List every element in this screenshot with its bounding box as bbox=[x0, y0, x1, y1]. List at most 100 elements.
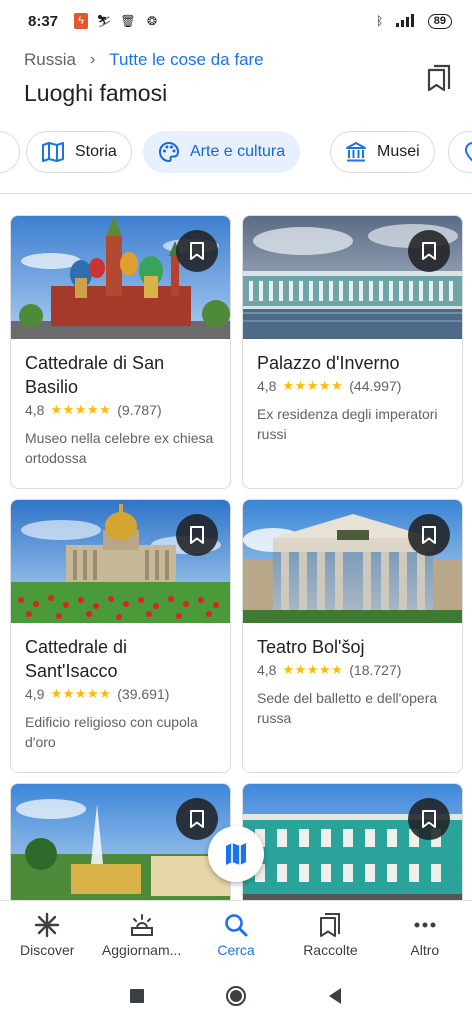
place-image[interactable] bbox=[11, 216, 230, 339]
nav-aggiornamenti[interactable]: Aggiornam... bbox=[94, 901, 188, 968]
review-count: (44.997) bbox=[349, 378, 402, 394]
review-count: (39.691) bbox=[117, 686, 170, 702]
review-count: (18.727) bbox=[349, 662, 402, 678]
place-rating: 4,8 ★★★★★ (9.787) bbox=[25, 402, 216, 418]
chip-storia[interactable]: Storia bbox=[26, 131, 132, 173]
rating-value: 4,9 bbox=[25, 686, 45, 702]
nav-label: Discover bbox=[19, 941, 75, 958]
status-left: 8:37 ϟ ⛷ 🗑 ❂ bbox=[28, 13, 160, 30]
bottom-navigation: Discover Aggiornam... Cerca Raccolte Alt… bbox=[0, 900, 472, 968]
chip-partial-left[interactable] bbox=[0, 131, 20, 173]
home-icon[interactable] bbox=[225, 985, 247, 1007]
search-icon bbox=[225, 913, 248, 936]
nav-label: Aggiornam... bbox=[101, 941, 182, 958]
place-card[interactable]: Teatro Bol'šoj 4,8 ★★★★★ (18.727) Sede d… bbox=[242, 499, 463, 773]
battery-indicator: 89 bbox=[427, 13, 452, 29]
star-rating-icon: ★★★★★ bbox=[50, 686, 112, 701]
place-image[interactable] bbox=[11, 784, 230, 912]
status-right: ᛒ 89 bbox=[372, 13, 452, 30]
bookmark-icon[interactable] bbox=[426, 64, 452, 92]
card-body: Teatro Bol'šoj 4,8 ★★★★★ (18.727) Sede d… bbox=[243, 623, 462, 728]
place-card[interactable]: Cattedrale di San Basilio 4,8 ★★★★★ (9.7… bbox=[10, 215, 231, 489]
nav-altro[interactable]: Altro bbox=[378, 901, 472, 968]
place-title: Cattedrale di Sant'Isacco bbox=[25, 637, 128, 681]
breadcrumb-root[interactable]: Russia bbox=[24, 50, 76, 70]
chip-label: Musei bbox=[377, 143, 420, 160]
save-button[interactable] bbox=[408, 798, 450, 840]
save-button[interactable] bbox=[176, 514, 218, 556]
back-icon[interactable] bbox=[327, 987, 343, 1005]
chevron-right-icon: › bbox=[89, 51, 96, 68]
nav-raccolte[interactable]: Raccolte bbox=[283, 901, 377, 968]
star-rating-icon: ★★★★★ bbox=[282, 662, 344, 677]
rating-value: 4,8 bbox=[25, 402, 45, 418]
place-image[interactable] bbox=[11, 500, 230, 623]
place-card[interactable] bbox=[242, 783, 463, 913]
save-button[interactable] bbox=[408, 514, 450, 556]
chip-label: Arte e cultura bbox=[190, 143, 286, 160]
card-body: Cattedrale di Sant'Isacco 4,9 ★★★★★ (39.… bbox=[11, 623, 230, 752]
star-rating-icon: ★★★★★ bbox=[50, 402, 112, 417]
chip-partial-right[interactable] bbox=[448, 131, 472, 173]
place-card[interactable]: Palazzo d'Inverno 4,8 ★★★★★ (44.997) Ex … bbox=[242, 215, 463, 489]
bookmark-icon bbox=[190, 526, 204, 544]
system-navigation bbox=[0, 968, 472, 1024]
review-count: (9.787) bbox=[117, 402, 162, 418]
bookmarks-icon bbox=[320, 912, 341, 937]
save-button[interactable] bbox=[408, 230, 450, 272]
rating-value: 4,8 bbox=[257, 662, 277, 678]
runner-icon: ⛷ bbox=[96, 14, 112, 28]
signal-icon bbox=[395, 13, 420, 30]
breadcrumb: Russia › Tutte le cose da fare bbox=[24, 50, 264, 70]
status-bar: 8:37 ϟ ⛷ 🗑 ❂ ᛒ 89 bbox=[0, 0, 472, 42]
bluetooth-icon: ᛒ bbox=[376, 14, 384, 28]
divider bbox=[0, 193, 472, 194]
save-button[interactable] bbox=[176, 230, 218, 272]
place-card[interactable]: Cattedrale di Sant'Isacco 4,9 ★★★★★ (39.… bbox=[10, 499, 231, 773]
bookmark-icon bbox=[190, 810, 204, 828]
place-description: Edificio religioso con cupola d'oro bbox=[25, 714, 198, 750]
nav-cerca[interactable]: Cerca bbox=[189, 901, 283, 968]
star-rating-icon: ★★★★★ bbox=[282, 378, 344, 393]
map-icon bbox=[226, 843, 246, 865]
map-view-button[interactable] bbox=[208, 826, 264, 882]
asterisk-icon bbox=[35, 912, 60, 937]
map-book-icon bbox=[42, 142, 64, 162]
place-title: Cattedrale di San Basilio bbox=[25, 353, 165, 397]
place-rating: 4,8 ★★★★★ (18.727) bbox=[257, 662, 448, 678]
place-title: Teatro Bol'šoj bbox=[257, 637, 365, 657]
place-rating: 4,8 ★★★★★ (44.997) bbox=[257, 378, 448, 394]
museum-icon bbox=[346, 142, 366, 162]
chip-musei[interactable]: Musei bbox=[330, 131, 435, 173]
bookmark-icon bbox=[422, 526, 436, 544]
flash-icon: ϟ bbox=[74, 13, 89, 29]
bookmark-icon bbox=[190, 242, 204, 260]
rating-value: 4,8 bbox=[257, 378, 277, 394]
breadcrumb-current[interactable]: Tutte le cose da fare bbox=[109, 50, 263, 70]
place-description: Ex residenza degli imperatori russi bbox=[257, 406, 438, 442]
palette-icon bbox=[158, 141, 180, 163]
place-card[interactable] bbox=[10, 783, 231, 913]
place-rating: 4,9 ★★★★★ (39.691) bbox=[25, 686, 216, 702]
bookmark-icon bbox=[422, 242, 436, 260]
card-body: Cattedrale di San Basilio 4,8 ★★★★★ (9.7… bbox=[11, 339, 230, 468]
nav-discover[interactable]: Discover bbox=[0, 901, 94, 968]
chip-arte-e-cultura[interactable]: Arte e cultura bbox=[143, 131, 301, 173]
place-title: Palazzo d'Inverno bbox=[257, 353, 400, 373]
recents-icon[interactable] bbox=[129, 988, 145, 1004]
map-pin-icon bbox=[464, 142, 472, 162]
place-description: Sede del balletto e dell'opera russa bbox=[257, 690, 438, 726]
place-image[interactable] bbox=[243, 500, 462, 623]
nav-label: Altro bbox=[410, 941, 440, 958]
place-image[interactable] bbox=[243, 216, 462, 339]
bookmark-icon bbox=[422, 810, 436, 828]
nav-label: Cerca bbox=[217, 941, 255, 958]
category-chips: Storia Arte e cultura Musei bbox=[0, 131, 472, 175]
chip-label: Storia bbox=[75, 143, 117, 160]
app-icon: ❂ bbox=[147, 14, 158, 28]
card-body: Palazzo d'Inverno 4,8 ★★★★★ (44.997) Ex … bbox=[243, 339, 462, 444]
place-description: Museo nella celebre ex chiesa ortodossa bbox=[25, 430, 214, 466]
save-button[interactable] bbox=[176, 798, 218, 840]
status-time: 8:37 bbox=[28, 12, 59, 30]
place-image[interactable] bbox=[243, 784, 462, 912]
